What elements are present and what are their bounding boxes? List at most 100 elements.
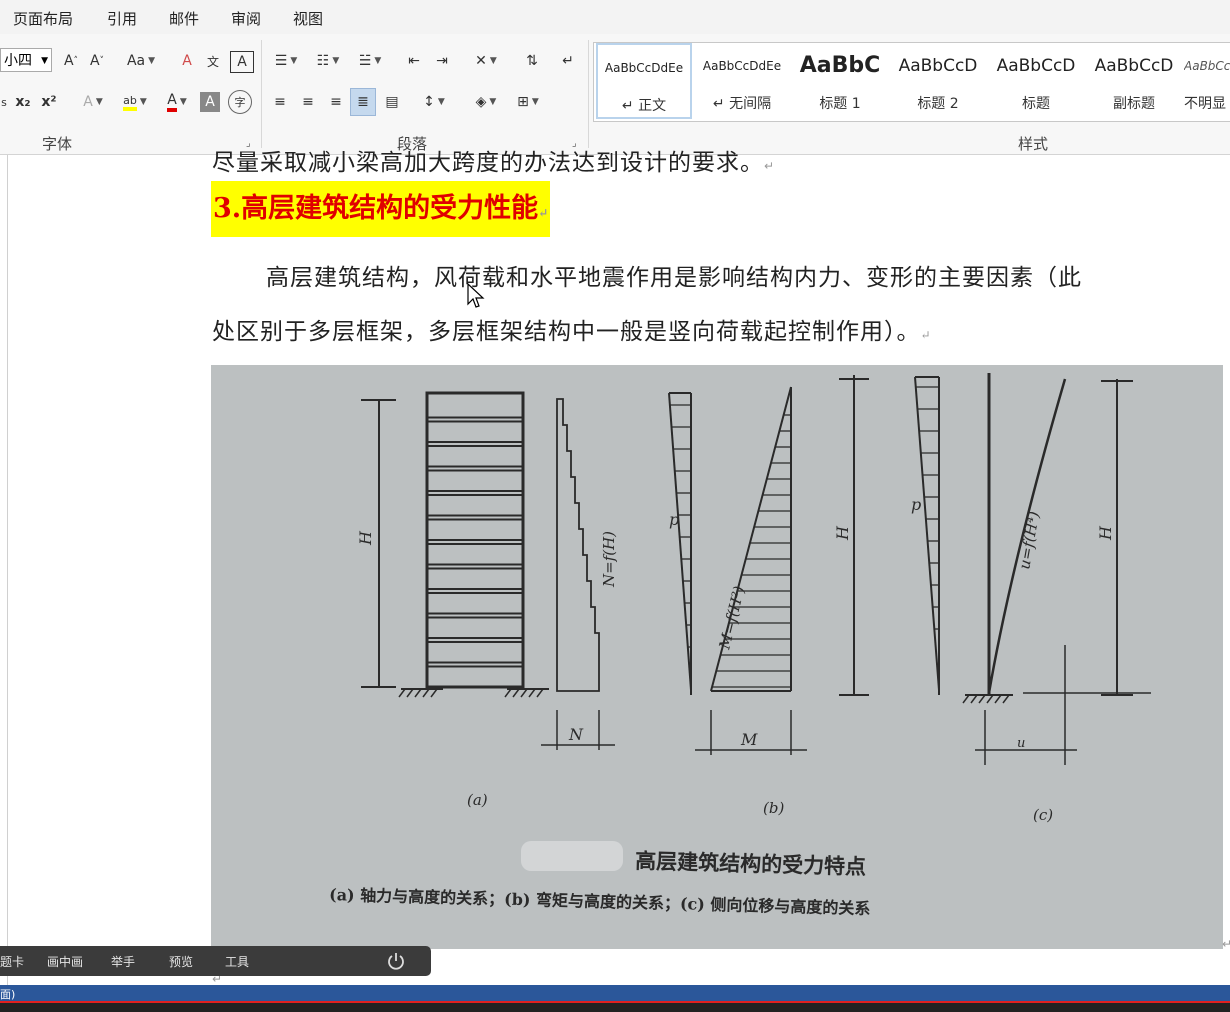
answer-sheet-button[interactable]: 答题卡 [0,953,24,970]
shrink-font-button[interactable]: A ˅ [86,48,108,74]
strikethrough-button[interactable]: s [0,89,8,115]
font-color-button[interactable]: A ▼ [158,89,196,115]
caption-blur-patch [521,841,623,871]
styles-gallery: AaBbCcDdEe ↵ 正文 AaBbCcDdEe ↵ 无间隔 AaBbC 标… [593,42,1230,122]
char-border-icon: A [237,54,247,70]
chinese-layout-button[interactable]: ✕ ▼ [468,48,504,74]
align-center-button[interactable]: ≡ [296,89,320,115]
menu-references[interactable]: 引用 [107,8,137,29]
paragraph-mark-icon: ↵ [562,53,574,69]
indent-icon: ⇥ [436,53,448,69]
bullet-list-icon: ☰ [274,53,288,69]
style-preview: AaBbC [799,53,881,78]
sublabel-c: (c) [1033,806,1053,824]
decrease-indent-button[interactable]: ⇤ [402,48,426,74]
font-size-select[interactable]: 小四 ▼ [0,48,52,72]
enclose-char-button[interactable]: 字 [228,90,252,114]
distributed-button[interactable]: ▤ [380,89,404,115]
style-no-spacing[interactable]: AaBbCcDdEe ↵ 无间隔 [694,43,790,119]
status-bar: 面) [0,985,1230,1002]
style-name: 标题 2 [917,96,959,112]
text-effect-button[interactable]: A ▼ [76,89,110,115]
style-normal[interactable]: AaBbCcDdEe ↵ 正文 [596,43,692,119]
multilevel-list-icon: ☱ [358,53,372,69]
char-border-button[interactable]: A [230,51,254,73]
menu-page-layout[interactable]: 页面布局 [13,8,73,29]
label-height: H [1096,525,1115,541]
preview-button[interactable]: 预览 [169,953,193,970]
style-preview: AaBbCcD [996,56,1076,76]
body-paragraph-line-2[interactable]: 处区别于多层框架，多层框架结构中一般是竖向荷载起控制作用）。↵ [212,312,932,346]
power-icon[interactable] [386,951,406,971]
menu-view[interactable]: 视图 [293,8,323,29]
style-heading-2[interactable]: AaBbCcD 标题 2 [890,43,986,119]
phonetic-guide-button[interactable]: 文 [202,48,224,74]
paragraph-mark-icon: ↵ [764,159,776,173]
style-name: ↵ 正文 [621,98,667,114]
raise-hand-button[interactable]: 举手 [111,953,135,970]
distributed-icon: ▤ [385,94,399,110]
axial-force-diagram [556,398,600,692]
justify-button[interactable]: ≣ [350,88,376,116]
increase-indent-button[interactable]: ⇥ [430,48,454,74]
char-shading-button[interactable]: A [200,92,220,112]
group-divider [588,40,589,148]
style-name: 不明显 [1184,96,1226,112]
menu-bar: 页面布局 引用 邮件 审阅 视图 [0,0,1230,34]
section-heading[interactable]: 3.高层建筑结构的受力性能↵ [211,181,551,237]
label-height: H [356,530,375,546]
superscript-button[interactable]: x² [38,89,60,115]
highlight-icon: ab [123,94,137,111]
change-case-button[interactable]: Aa ▼ [122,48,160,74]
align-left-button[interactable]: ≡ [268,89,292,115]
borders-button[interactable]: ⊞ ▼ [510,89,546,115]
subscript-button[interactable]: x₂ [12,89,34,115]
show-marks-button[interactable]: ↵ [556,48,580,74]
grow-font-button[interactable]: A ˄ [60,48,82,74]
font-color-icon: A [167,92,177,112]
document-area: 尽量采取减小梁高加大跨度的办法达到设计的要求。↵ 3.高层建筑结构的受力性能↵ … [0,150,1230,986]
numbered-list-icon: ☷ [316,53,330,69]
shading-button[interactable]: ◈ ▼ [468,89,504,115]
superscript-icon: x² [41,94,57,110]
tools-button[interactable]: 工具 [225,953,249,970]
bottom-strip [0,1003,1230,1012]
align-right-icon: ≡ [330,94,342,110]
style-title[interactable]: AaBbCcD 标题 [988,43,1084,119]
body-text-line-2: 处区别于多层框架，多层框架结构中一般是竖向荷载起控制作用）。 [212,319,921,345]
line-spacing-button[interactable]: ↕ ▼ [416,89,452,115]
style-subtitle[interactable]: AaBbCcD 副标题 [1086,43,1182,119]
numbering-button[interactable]: ☷ ▼ [310,48,346,74]
cut-off-text-line: 尽量采取减小梁高加大跨度的办法达到设计的要求。↵ [212,143,775,177]
sublabel-b: (b) [763,799,784,817]
label-deflection-equation: u=f(H⁴) [1015,510,1043,571]
body-paragraph-line-1[interactable]: 高层建筑结构，风荷载和水平地震作用是影响结构内力、变形的主要因素（此 [266,258,1082,292]
bullets-button[interactable]: ☰ ▼ [268,48,304,74]
style-subtle-emphasis[interactable]: AaBbCcD 不明显 [1184,43,1230,119]
multilevel-list-button[interactable]: ☱ ▼ [352,48,388,74]
sort-button[interactable]: ⇅ [520,48,544,74]
subscript-icon: x₂ [15,94,31,110]
label-deflection: u [1017,736,1025,751]
cut-off-text: 尽量采取减小梁高加大跨度的办法达到设计的要求。 [212,150,764,176]
menu-mailings[interactable]: 邮件 [169,8,199,29]
chinese-layout-icon: ✕ [475,53,487,69]
justify-icon: ≣ [357,94,369,110]
picture-in-picture-button[interactable]: 画中画 [47,953,83,970]
caption-description: (a) 轴力与高度的关系；(b) 弯矩与高度的关系；(c) 侧向位移与高度的关系 [329,885,871,918]
style-name: 标题 [1022,96,1050,112]
load-triangle-edge [668,392,692,691]
align-left-icon: ≡ [274,94,286,110]
style-name: ↵ 无间隔 [712,96,772,112]
structure-figure[interactable]: H N=f(H) p M=f(H²) H p u=f(H⁴) H N M u (… [211,365,1223,949]
support-hatch [962,694,1010,704]
caption-title: 高层建筑结构的受力特点 [635,848,867,879]
phonetic-guide-icon: 文 [206,54,219,69]
menu-review[interactable]: 审阅 [231,8,261,29]
highlight-button[interactable]: ab ▼ [116,89,154,115]
style-heading-1[interactable]: AaBbC 标题 1 [792,43,888,119]
clear-format-button[interactable]: A [176,48,198,74]
font-group-label: 字体 [42,135,73,153]
align-right-button[interactable]: ≡ [324,89,348,115]
label-axial-equation: N=f(H) [600,531,618,588]
